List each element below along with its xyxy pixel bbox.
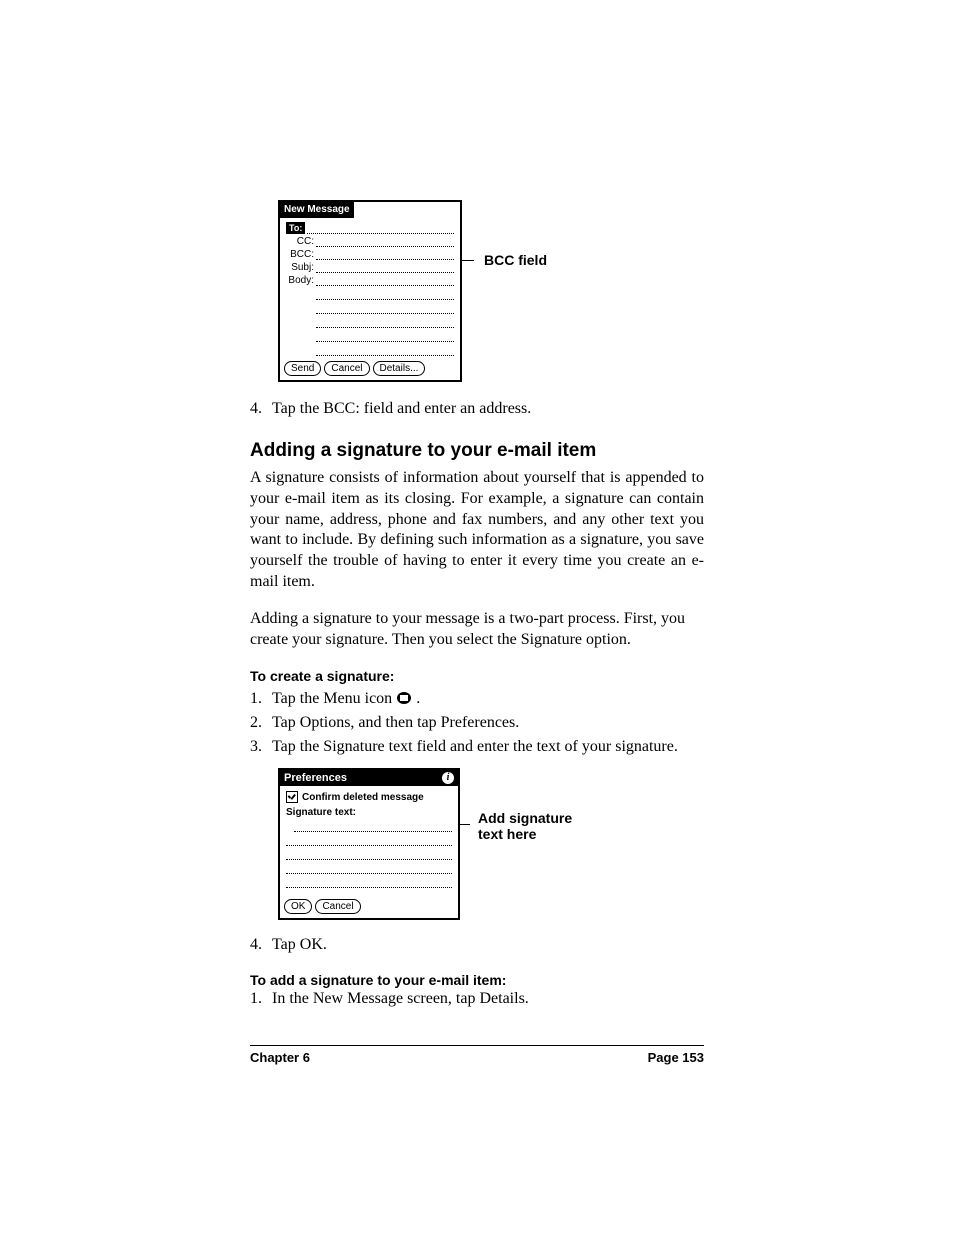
body-line (316, 290, 454, 300)
step-text-pre: Tap the Menu icon (272, 690, 396, 707)
signature-line (294, 822, 452, 832)
bcc-label: BCC: (286, 249, 316, 260)
step-number: 3. (250, 738, 272, 756)
bcc-field-line (316, 250, 454, 260)
new-message-screenshot: New Message To: CC: BCC: Subj: Body: Sen… (278, 200, 462, 382)
step-text: Tap Options, and then tap Preferences. (272, 714, 519, 732)
body-label: Body: (286, 275, 316, 286)
footer-chapter: Chapter 6 (250, 1050, 310, 1065)
subj-field-line (316, 263, 454, 273)
confirm-label: Confirm deleted message (302, 792, 424, 803)
body-line (316, 346, 454, 356)
subheading: To create a signature: (250, 668, 704, 684)
details-button: Details... (373, 361, 426, 376)
signature-line (286, 864, 452, 874)
signature-line (286, 836, 452, 846)
subheading: To add a signature to your e-mail item: (250, 972, 704, 988)
cancel-button: Cancel (324, 361, 369, 376)
subj-label: Subj: (286, 262, 316, 273)
step-number: 2. (250, 714, 272, 732)
body-line (316, 304, 454, 314)
cancel-button: Cancel (315, 899, 360, 914)
callout-leader (460, 824, 470, 825)
screenshot-title: New Message (280, 202, 354, 218)
step-text: Tap the Signature text field and enter t… (272, 738, 678, 756)
step-number: 1. (250, 690, 272, 708)
to-field-line (307, 224, 454, 234)
step-text: Tap the Menu icon . (272, 690, 420, 708)
signature-line (286, 878, 452, 888)
cc-label: CC: (286, 236, 316, 247)
paragraph: A signature consists of information abou… (250, 468, 704, 593)
step-text: Tap the BCC: field and enter an address. (272, 400, 531, 418)
body-line (316, 332, 454, 342)
preferences-screenshot: Preferences i Confirm deleted message Si… (278, 768, 460, 920)
add-signature-callout: Add signature text here (478, 810, 572, 842)
step-text-post: . (416, 690, 420, 707)
callout-leader (462, 260, 474, 261)
bcc-field-callout: BCC field (484, 252, 547, 268)
menu-icon (397, 692, 411, 704)
step-number: 1. (250, 990, 272, 1008)
step-text: In the New Message screen, tap Details. (272, 990, 529, 1008)
confirm-checkbox (286, 791, 298, 803)
send-button: Send (284, 361, 321, 376)
paragraph: Adding a signature to your message is a … (250, 609, 704, 651)
step-number: 4. (250, 936, 272, 954)
page-footer: Chapter 6 Page 153 (250, 1045, 704, 1065)
section-heading: Adding a signature to your e-mail item (250, 440, 704, 462)
cc-field-line (316, 237, 454, 247)
signature-line (286, 850, 452, 860)
step-number: 4. (250, 400, 272, 418)
callout-line1: Add signature (478, 810, 572, 826)
signature-text-label: Signature text: (280, 805, 458, 820)
footer-page: Page 153 (648, 1050, 704, 1065)
ok-button: OK (284, 899, 312, 914)
callout-line2: text here (478, 826, 536, 842)
info-icon: i (442, 772, 454, 784)
body-field-line (316, 276, 454, 286)
to-label: To: (286, 222, 305, 234)
step-text: Tap OK. (272, 936, 327, 954)
body-line (316, 318, 454, 328)
screenshot-title: Preferences (284, 772, 347, 784)
